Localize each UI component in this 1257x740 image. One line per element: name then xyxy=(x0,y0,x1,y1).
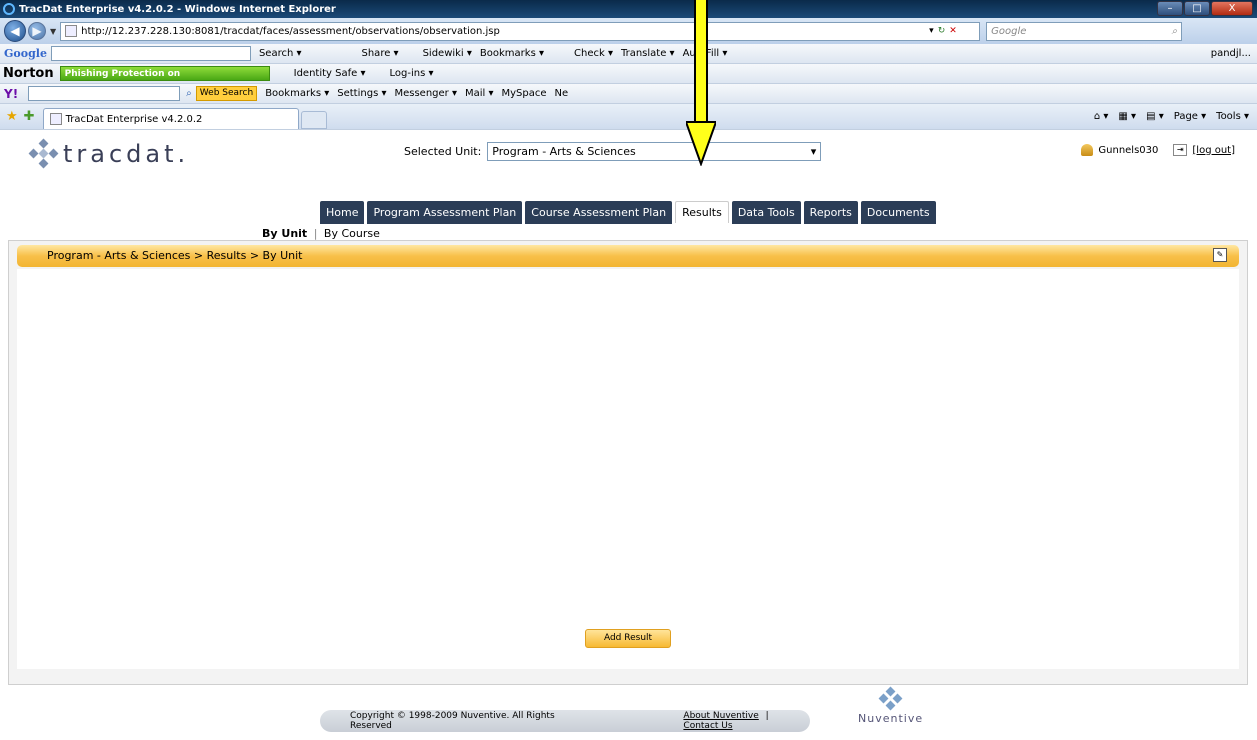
subnav-by-unit[interactable]: By Unit xyxy=(262,227,307,240)
page-content: tracdat. Selected Unit: Program - Arts &… xyxy=(0,130,1257,740)
google-toolbar: Google Search ▾ Share ▾ Sidewiki ▾ Bookm… xyxy=(0,44,1257,64)
ie-logo-icon xyxy=(3,3,15,15)
norton-logo: Norton xyxy=(3,66,54,81)
url-dropdown-icon[interactable]: ▾ xyxy=(929,26,934,36)
google-translate-button[interactable]: Translate ▾ xyxy=(621,48,675,59)
main-nav: Home Program Assessment Plan Course Asse… xyxy=(320,201,936,224)
favorites-star-icon[interactable]: ★ xyxy=(6,109,18,124)
minimize-button[interactable]: – xyxy=(1157,1,1183,16)
tab-reports[interactable]: Reports xyxy=(803,201,858,224)
new-tab-button[interactable] xyxy=(300,110,327,129)
print-icon[interactable]: ▤ ▾ xyxy=(1146,111,1164,122)
address-bar: ◀ ▶ ▼ http://12.237.228.130:8081/tracdat… xyxy=(0,18,1257,44)
footer: Copyright © 1998-2009 Nuventive. All Rig… xyxy=(320,710,810,732)
results-body xyxy=(17,269,1239,669)
yahoo-logo: Y! xyxy=(4,86,19,101)
google-toolbar-input[interactable] xyxy=(50,46,251,61)
identity-safe-button[interactable]: Identity Safe ▾ xyxy=(294,68,366,79)
yahoo-mail-button[interactable]: Mail ▾ xyxy=(465,88,494,99)
chevron-down-icon: ▾ xyxy=(810,145,817,158)
username: Gunnels030 xyxy=(1098,144,1159,156)
tab-home[interactable]: Home xyxy=(320,201,365,224)
logout-icon[interactable]: ⇥ xyxy=(1173,144,1188,156)
add-result-button[interactable]: Add Result xyxy=(585,629,671,648)
about-link[interactable]: About Nuventive xyxy=(683,711,758,721)
page-icon xyxy=(65,25,78,37)
google-check-button[interactable]: Check ▾ xyxy=(574,48,613,59)
forward-button[interactable]: ▶ xyxy=(28,22,46,40)
google-logo: Google xyxy=(4,47,47,60)
browser-tab-tracdat[interactable]: TracDat Enterprise v4.2.0.2 xyxy=(42,107,299,129)
url-field[interactable]: http://12.237.228.130:8081/tracdat/faces… xyxy=(60,21,981,41)
yahoo-messenger-button[interactable]: Messenger ▾ xyxy=(394,88,457,99)
tracdat-diamond-icon xyxy=(28,138,59,169)
home-icon[interactable]: ⌂ ▾ xyxy=(1094,111,1109,122)
yahoo-search-input[interactable] xyxy=(28,86,181,101)
sub-nav: By Unit | By Course xyxy=(262,227,380,240)
page-menu[interactable]: Page ▾ xyxy=(1174,111,1206,122)
tab-program-assessment-plan[interactable]: Program Assessment Plan xyxy=(367,201,523,224)
logout-link[interactable]: [log out] xyxy=(1192,145,1235,156)
yahoo-bookmarks-button[interactable]: Bookmarks ▾ xyxy=(265,88,329,99)
edit-icon[interactable]: ✎ xyxy=(1213,248,1227,262)
web-search-button[interactable]: Web Search xyxy=(195,86,258,101)
tab-results[interactable]: Results xyxy=(675,201,729,223)
tab-documents[interactable]: Documents xyxy=(860,201,936,224)
annotation-arrow xyxy=(686,0,716,170)
google-search-button[interactable]: Search ▾ xyxy=(259,48,302,59)
google-share-button[interactable]: Share ▾ xyxy=(362,48,399,59)
refresh-icon[interactable]: ↻ xyxy=(938,26,946,36)
subnav-by-course[interactable]: By Course xyxy=(324,227,380,240)
google-bookmarks-button[interactable]: Bookmarks ▾ xyxy=(480,48,544,59)
nuventive-diamond-icon xyxy=(877,686,905,712)
breadcrumb: Program - Arts & Sciences > Results > By… xyxy=(17,245,1239,267)
tools-menu[interactable]: Tools ▾ xyxy=(1216,111,1249,122)
selected-unit: Selected Unit: Program - Arts & Sciences… xyxy=(404,142,822,161)
nuventive-logo: Nuventive xyxy=(858,686,923,725)
tab-page-icon xyxy=(49,113,62,125)
window-title: TracDat Enterprise v4.2.0.2 - Windows In… xyxy=(19,3,336,15)
tab-course-assessment-plan[interactable]: Course Assessment Plan xyxy=(525,201,673,224)
yahoo-toolbar: Y! ⌕ Web Search Bookmarks ▾ Settings ▾ M… xyxy=(0,84,1257,104)
tab-data-tools[interactable]: Data Tools xyxy=(731,201,801,224)
yahoo-news-button[interactable]: Ne xyxy=(555,88,569,99)
search-icon[interactable]: ⌕ xyxy=(1172,23,1178,40)
user-icon xyxy=(1081,144,1094,156)
maximize-button[interactable]: □ xyxy=(1184,1,1210,16)
add-favorites-icon[interactable]: ✚ xyxy=(24,109,35,124)
copyright-text: Copyright © 1998-2009 Nuventive. All Rig… xyxy=(350,711,555,731)
selected-unit-label: Selected Unit: xyxy=(404,145,482,158)
close-button[interactable]: X xyxy=(1211,1,1253,16)
phishing-protection-status[interactable]: Phishing Protection on xyxy=(59,66,270,81)
feeds-icon[interactable]: ▦ ▾ xyxy=(1118,111,1136,122)
window-titlebar: TracDat Enterprise v4.2.0.2 - Windows In… xyxy=(0,0,1257,18)
logins-button[interactable]: Log-ins ▾ xyxy=(389,68,433,79)
yahoo-search-icon[interactable]: ⌕ xyxy=(186,88,192,99)
stop-icon[interactable]: ✕ xyxy=(949,26,957,36)
yahoo-myspace-button[interactable]: MySpace xyxy=(502,88,547,99)
selected-unit-dropdown[interactable]: Program - Arts & Sciences ▾ xyxy=(487,142,822,161)
tracdat-logo: tracdat. xyxy=(28,138,189,169)
google-sidewiki-button[interactable]: Sidewiki ▾ xyxy=(423,48,472,59)
browser-tab-strip: ★ ✚ TracDat Enterprise v4.2.0.2 ⌂ ▾ ▦ ▾ … xyxy=(0,104,1257,130)
back-button[interactable]: ◀ xyxy=(4,20,26,42)
google-user-menu[interactable]: pandjl... xyxy=(1211,48,1251,59)
history-dropdown-icon[interactable]: ▼ xyxy=(50,27,56,36)
contact-link[interactable]: Contact Us xyxy=(683,721,732,731)
results-panel: Program - Arts & Sciences > Results > By… xyxy=(8,240,1248,685)
yahoo-settings-button[interactable]: Settings ▾ xyxy=(337,88,386,99)
browser-search-input[interactable]: Google ⌕ xyxy=(986,21,1183,41)
user-area: Gunnels030 ⇥ [log out] xyxy=(1081,144,1235,156)
norton-toolbar: Norton Phishing Protection on Identity S… xyxy=(0,64,1257,84)
